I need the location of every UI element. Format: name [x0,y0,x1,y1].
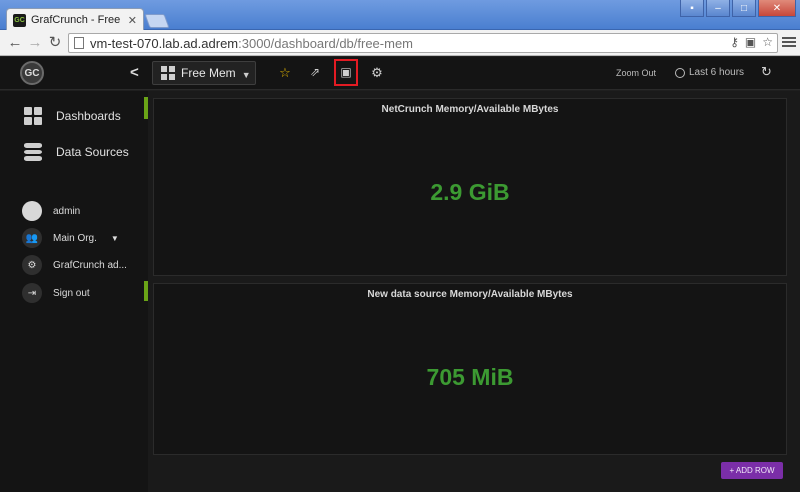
panel-title[interactable]: New data source Memory/Available MBytes [154,289,786,300]
share-icon[interactable]: ⇗ [307,65,323,79]
omnibox-icons: ⚷ ▣ ☆ [730,35,773,49]
sidebar-item-label: admin [53,205,81,217]
sidebar-item-label: Sign out [53,287,90,299]
browser-titlebar: GC GrafCrunch - Free Mem ✕ ▪ – □ ✕ [0,0,800,31]
url-text: vm-test-070.lab.ad.adrem:3000/dashboard/… [90,35,414,51]
singlestat-panel[interactable]: NetCrunch Memory/Available MBytes 2.9 Gi… [153,98,787,276]
sidebar-item-label: GrafCrunch ad... [53,259,127,271]
new-tab-button[interactable] [144,14,170,28]
minimize-button[interactable]: – [706,0,730,17]
panel-title[interactable]: NetCrunch Memory/Available MBytes [154,104,786,115]
window-controls: ▪ – □ ✕ [680,0,796,17]
database-icon [24,143,42,162]
sidebar-item-label: Dashboards [56,109,121,123]
users-icon: 👥 [22,228,42,248]
clock-icon [675,67,685,78]
maximize-button[interactable]: □ [732,0,756,17]
sidebar-item-user[interactable]: admin [0,201,148,221]
sidebar-item-app[interactable]: ⚙ GrafCrunch ad... [0,255,148,275]
page-icon [74,37,84,49]
app-logo[interactable]: GC [20,61,44,85]
star-icon[interactable]: ☆ [277,65,293,81]
sidebar-item-sign-out[interactable]: ⇥ Sign out [0,283,148,303]
tab-title: GrafCrunch - Free Mem [31,14,123,26]
chevron-left-icon[interactable]: < [130,64,139,81]
reload-icon[interactable]: ↻ [46,34,64,52]
dashboards-icon [24,107,42,125]
cog-icon: ⚙ [22,255,42,275]
add-row-button[interactable]: + ADD ROW [721,462,783,479]
tab-close-icon[interactable]: ✕ [128,14,137,27]
browser-tab[interactable]: GC GrafCrunch - Free Mem ✕ [6,8,144,31]
translate-icon[interactable]: ▣ [745,35,756,49]
sign-out-icon: ⇥ [22,283,42,303]
browser-toolbar: ← → ↻ vm-test-070.lab.ad.adrem:3000/dash… [0,30,800,56]
refresh-icon[interactable]: ↻ [761,64,772,80]
sidebar-item-label: Data Sources [56,145,129,159]
close-window-button[interactable]: ✕ [758,0,796,17]
time-range-picker[interactable]: Last 6 hours [675,67,744,78]
back-arrow-icon[interactable]: ← [6,34,24,52]
browser-menu-icon[interactable] [782,35,796,49]
time-range-label: Last 6 hours [689,67,745,78]
panel-value: 705 MiB [426,364,514,390]
sidebar-item-label: Main Org. [53,232,97,244]
zoom-out-button[interactable]: Zoom Out [616,68,656,78]
dashboard-grid-icon [161,66,175,80]
key-icon[interactable]: ⚷ [730,35,739,49]
caret-down-icon: ▼ [110,233,119,243]
gear-icon[interactable]: ⚙ [369,65,385,81]
address-bar[interactable]: vm-test-070.lab.ad.adrem:3000/dashboard/… [68,33,778,53]
user-icon[interactable]: ▪ [680,0,704,17]
sidebar: Dashboards Data Sources admin 👥 Main Org… [0,91,148,492]
sidebar-item-dashboards[interactable]: Dashboards [0,106,148,126]
singlestat-panel[interactable]: New data source Memory/Available MBytes … [153,283,787,455]
panel-value: 2.9 GiB [430,179,510,205]
avatar [22,201,42,221]
sidebar-item-data-sources[interactable]: Data Sources [0,142,148,162]
sidebar-item-org[interactable]: 👥 Main Org. ▼ [0,228,148,248]
bookmark-star-icon[interactable]: ☆ [762,35,773,49]
dashboard-picker[interactable]: Free Mem ▼ [152,61,256,85]
app-navbar: GC < Free Mem ▼ ☆ ⇗ ▣ ⚙ Zoom Out Last 6 … [0,57,800,90]
dashboard-title: Free Mem [181,66,236,80]
dashboard-main: NetCrunch Memory/Available MBytes 2.9 Gi… [148,91,800,492]
caret-down-icon: ▼ [241,70,251,80]
forward-arrow-icon[interactable]: → [26,34,44,52]
tab-favicon: GC [13,13,26,27]
save-icon[interactable]: ▣ [338,65,354,79]
